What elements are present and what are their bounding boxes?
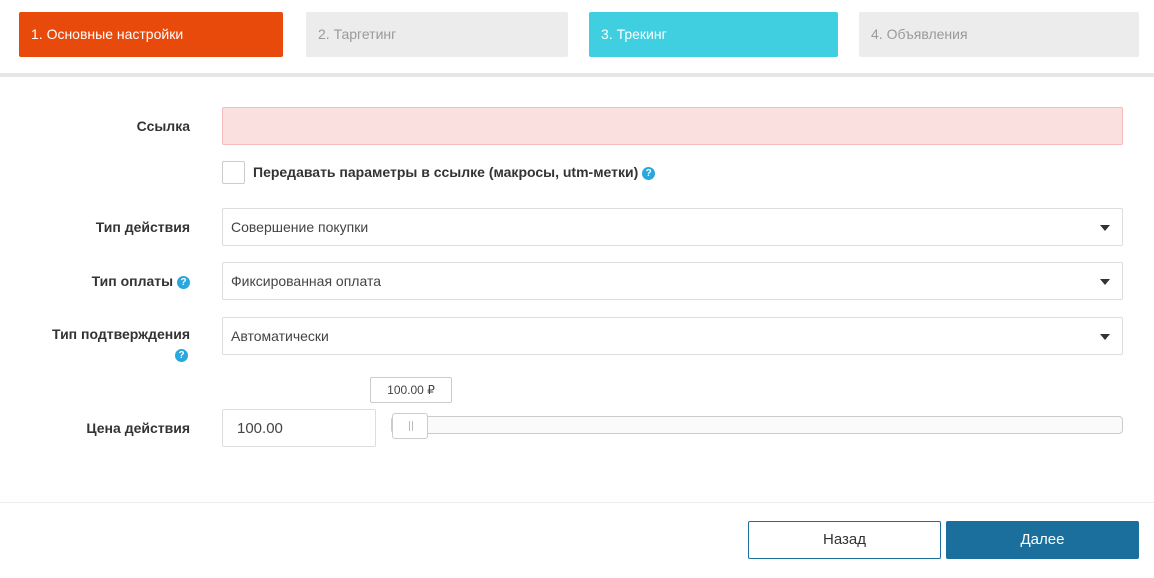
wizard-steps: 1. Основные настройки 2. Таргетинг 3. Тр… [0,12,1154,58]
step-tracking[interactable]: 3. Трекинг [589,12,838,57]
pass-params-label-row: Передавать параметры в ссылке (макросы, … [253,164,656,180]
back-button[interactable]: Назад [748,521,941,559]
help-icon[interactable]: ? [642,167,656,180]
confirmation-type-select[interactable]: Автоматически [222,317,1123,355]
help-icon[interactable]: ? [175,349,188,362]
next-button[interactable]: Далее [946,521,1139,559]
payment-type-value: Фиксированная оплата [231,273,381,289]
price-label: Цена действия [86,420,190,436]
chevron-down-icon[interactable] [1088,209,1122,245]
chevron-down-icon[interactable] [1088,263,1122,299]
step-targeting[interactable]: 2. Таргетинг [306,12,568,57]
action-type-value: Совершение покупки [231,219,369,235]
step-ads[interactable]: 4. Объявления [859,12,1139,57]
payment-type-label: Тип оплаты [91,273,174,289]
price-input[interactable]: 100.00 [222,409,376,447]
confirmation-help: ? [175,346,188,364]
link-label: Ссылка [136,118,190,134]
chevron-down-icon[interactable] [1088,318,1122,354]
payment-type-select[interactable]: Фиксированная оплата [222,262,1123,300]
pass-params-checkbox[interactable] [222,161,245,184]
footer-divider [0,502,1154,503]
action-type-label: Тип действия [95,219,190,235]
price-value: 100.00 [237,420,283,437]
confirmation-type-label: Тип подтверждения [52,326,190,342]
price-tooltip: 100.00 ₽ [370,377,452,403]
step-basic-settings[interactable]: 1. Основные настройки [19,12,283,57]
price-slider-handle[interactable] [392,413,428,439]
confirmation-type-value: Автоматически [231,328,329,344]
link-input[interactable] [222,107,1123,145]
steps-divider [0,73,1154,77]
help-icon[interactable]: ? [177,276,190,289]
pass-params-label: Передавать параметры в ссылке (макросы, … [253,164,639,180]
price-slider[interactable] [391,413,1123,439]
action-type-select[interactable]: Совершение покупки [222,208,1123,246]
payment-type-label-row: Тип оплаты ? [0,273,190,289]
